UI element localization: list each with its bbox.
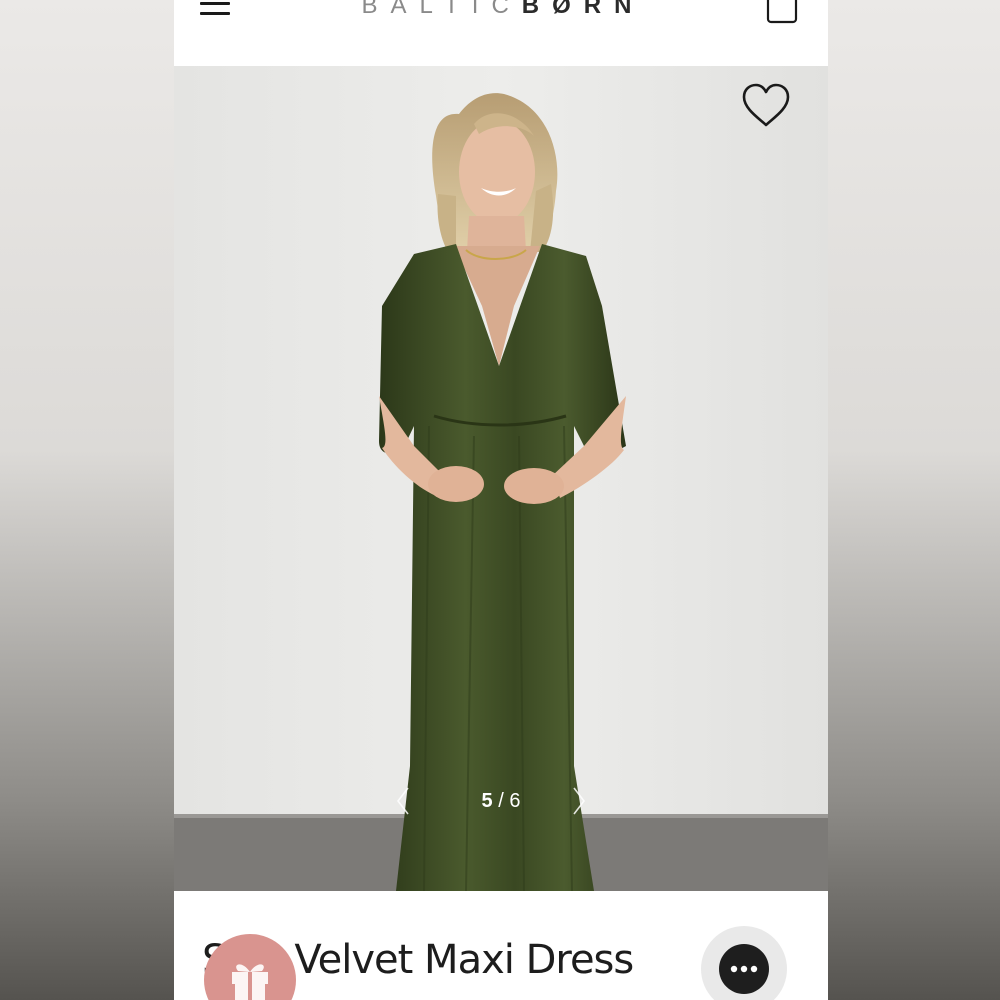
- product-title-text: Velvet Maxi Dress: [294, 937, 634, 983]
- site-header: BALTICBØRN: [174, 0, 828, 66]
- heart-outline-icon[interactable]: [740, 83, 792, 129]
- chevron-right-icon[interactable]: [564, 784, 592, 818]
- gallery-pager: 5 / 6: [174, 786, 828, 816]
- background-right-blur: [828, 0, 1000, 1000]
- brand-logo[interactable]: BALTICBØRN: [338, 0, 668, 20]
- product-image-gallery[interactable]: 5 / 6: [174, 66, 828, 891]
- gift-icon[interactable]: [204, 934, 296, 1000]
- pager-total: 6: [509, 790, 521, 812]
- brand-logo-part1: BALTIC: [361, 0, 522, 19]
- brand-logo-part2: BØRN: [521, 0, 645, 19]
- hamburger-icon[interactable]: [200, 0, 232, 22]
- pager-current: 5: [481, 790, 493, 812]
- background-left-blur: [0, 0, 174, 1000]
- shopping-bag-icon[interactable]: [766, 0, 798, 24]
- chat-ellipsis-icon: [719, 944, 769, 994]
- product-photo: [174, 66, 828, 891]
- product-page: BALTICBØRN 5 / 6 Velvet Maxi Dress: [174, 0, 828, 1000]
- pager-separator: /: [498, 790, 504, 812]
- chat-widget-button[interactable]: [701, 926, 787, 1000]
